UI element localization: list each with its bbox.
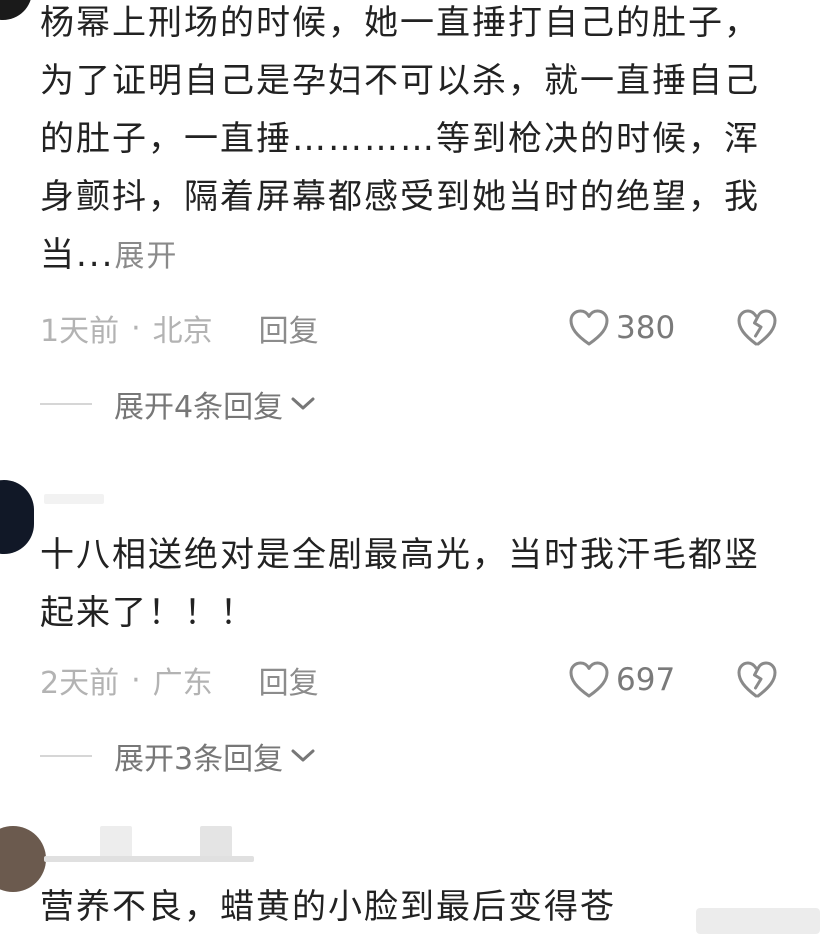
broken-heart-icon <box>737 309 777 346</box>
broken-heart-icon <box>737 661 777 698</box>
heart-outline-icon <box>569 661 609 698</box>
like-count: 697 <box>616 662 676 698</box>
dislike-button[interactable] <box>736 658 778 702</box>
comment-text: 营养不良，蜡黄的小脸到最后变得苍 <box>40 887 616 927</box>
comment-location: 广东 <box>152 666 213 701</box>
comment-location: 北京 <box>152 314 213 349</box>
comment-meta: 2天前 · 广东 回复 697 <box>40 658 788 702</box>
username-blurred <box>44 856 254 862</box>
comment-time: 1天前 <box>40 314 120 349</box>
comment-text: 杨幂上刑场的时候，她一直捶打自己的肚子，为了证明自己是孕妇不可以杀，就一直捶自己… <box>40 3 760 275</box>
like-count: 380 <box>616 310 676 346</box>
like-button[interactable]: 380 <box>568 306 675 350</box>
chevron-down-icon <box>291 397 315 410</box>
reply-button[interactable]: 回复 <box>259 306 319 350</box>
username-blurred <box>200 826 232 858</box>
username-blurred <box>44 494 104 504</box>
expand-replies-label: 展开3条回复 <box>114 742 284 777</box>
comment-time: 2天前 <box>40 666 120 701</box>
expand-replies-label: 展开4条回复 <box>114 390 284 425</box>
expand-replies-button[interactable]: 展开3条回复 <box>40 736 317 777</box>
username-blurred <box>100 826 132 858</box>
chevron-down-icon <box>291 749 315 762</box>
replies-divider <box>40 755 92 757</box>
watermark <box>696 908 820 934</box>
reply-button[interactable]: 回复 <box>259 658 319 702</box>
meta-separator: · <box>131 310 141 346</box>
expand-comment-link[interactable]: 展开 <box>114 239 178 274</box>
expand-replies-button[interactable]: 展开4条回复 <box>40 384 317 425</box>
meta-separator: · <box>131 662 141 698</box>
comment-meta: 1天前 · 北京 回复 380 <box>40 306 788 350</box>
avatar[interactable] <box>0 0 32 20</box>
dislike-button[interactable] <box>736 306 778 350</box>
comments-screen: 杨幂上刑场的时候，她一直捶打自己的肚子，为了证明自己是孕妇不可以杀，就一直捶自己… <box>0 0 828 942</box>
avatar[interactable] <box>0 480 34 554</box>
like-button[interactable]: 697 <box>568 658 675 702</box>
replies-divider <box>40 403 92 405</box>
heart-outline-icon <box>569 309 609 346</box>
comment-text: 十八相送绝对是全剧最高光，当时我汗毛都竖起来了！！！ <box>40 535 760 633</box>
